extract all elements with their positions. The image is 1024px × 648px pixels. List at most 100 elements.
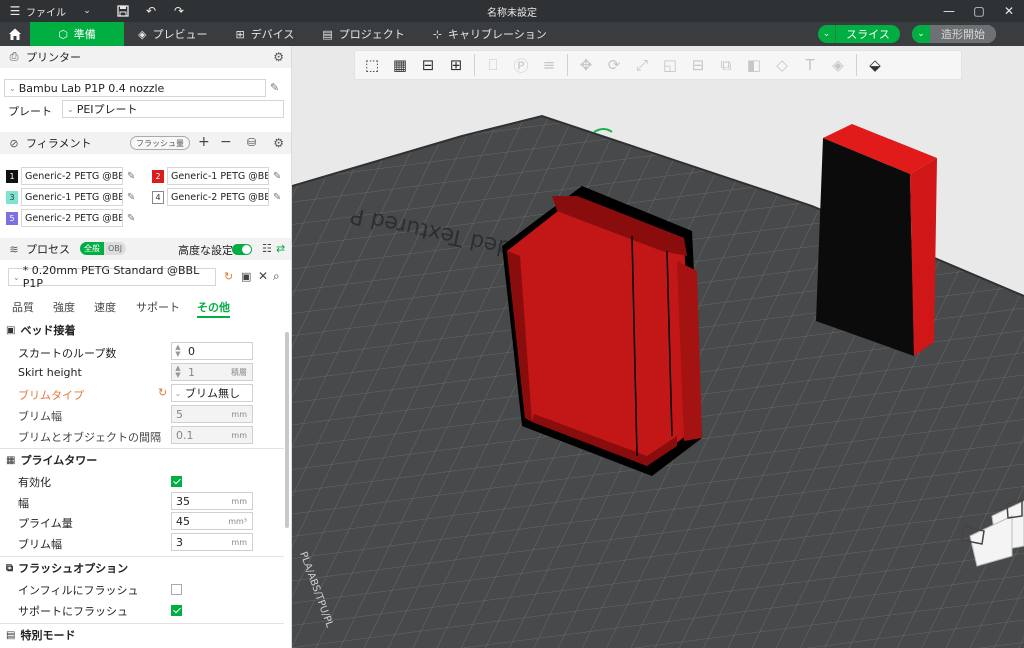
process-compare-icon[interactable]: ⇄ — [276, 242, 285, 255]
add-plate-icon[interactable]: ⊟ — [415, 52, 441, 78]
stepper-icon[interactable]: ▲ ▼ — [172, 365, 184, 379]
brim-width-input[interactable]: 5 mm — [171, 405, 253, 423]
process-preset-select[interactable]: ⌄ * 0.20mm PETG Standard @BBL P1P — [8, 264, 216, 290]
remove-filament-icon[interactable]: − — [220, 134, 232, 150]
scope-global[interactable]: 全般 — [80, 242, 104, 255]
tab-prepare[interactable]: ⬡ 準備 — [30, 22, 124, 46]
filament-edit-icon[interactable]: ✎ — [127, 213, 135, 224]
reset-preset-icon[interactable]: ↻ — [224, 270, 233, 283]
redo-icon[interactable]: ↷ — [172, 4, 186, 18]
group-title: プライムタワー — [20, 454, 98, 467]
printer-edit-icon[interactable]: ✎ — [270, 81, 279, 94]
prime-tower-brim-input[interactable]: 3 mm — [171, 533, 253, 551]
subtab-others[interactable]: その他 — [197, 299, 230, 318]
scope-object[interactable]: OBJ — [104, 242, 127, 255]
minimize-icon[interactable]: — — [934, 0, 964, 22]
filament-edit-icon[interactable]: ✎ — [127, 192, 135, 203]
printer-name: Bambu Lab P1P 0.4 nozzle — [18, 81, 165, 95]
maximize-icon[interactable]: ▢ — [964, 0, 994, 22]
assembly-view-icon[interactable]: ⬙ — [862, 52, 888, 78]
prime-tower[interactable] — [816, 124, 937, 356]
move-icon[interactable]: ✥ — [573, 52, 599, 78]
flush-into-support-checkbox[interactable] — [171, 605, 182, 616]
print-button[interactable]: 造形開始 — [930, 25, 996, 43]
add-filament-icon[interactable]: + — [198, 134, 210, 150]
filament-edit-icon[interactable]: ✎ — [273, 171, 281, 182]
support-paint-icon[interactable]: ◧ — [741, 52, 767, 78]
add-object-icon[interactable]: ⬚ — [359, 52, 385, 78]
printer-select[interactable]: ⌄ Bambu Lab P1P 0.4 nozzle — [4, 79, 266, 97]
filament-slot-3[interactable]: 3 Generic-1 PETG @BBL... ✎ — [6, 188, 135, 206]
save-preset-icon[interactable]: ▣ — [241, 270, 251, 283]
plate-select[interactable]: ⌄ PEIプレート — [62, 100, 284, 118]
filament-slot-4[interactable]: 4 Generic-2 PETG @BBL... ✎ — [152, 188, 281, 206]
settings-scrollbar[interactable] — [285, 332, 289, 528]
mesh-boolean-icon[interactable]: ⧉ — [713, 52, 739, 78]
build-plate-scene: Bambu Dual-Sided Textured P PLA/ABS/TPU/… — [292, 114, 1024, 648]
skirt-loops-input[interactable]: ▲ ▼ 0 — [171, 342, 253, 360]
rotate-icon[interactable]: ⟳ — [601, 52, 627, 78]
delete-preset-icon[interactable]: ✕ — [258, 269, 268, 283]
scale-icon[interactable]: ⤢ — [629, 52, 655, 78]
process-list-icon[interactable]: ☷ — [262, 242, 272, 255]
flush-into-infill-checkbox[interactable] — [171, 584, 182, 595]
undo-icon[interactable]: ↶ — [144, 4, 158, 18]
layers-stack-icon[interactable]: ≡ — [536, 52, 562, 78]
process-scope-toggle[interactable]: 全般 OBJ — [80, 242, 127, 255]
settings-panel: ▣ ベッド接着 スカートのループ数 ▲ ▼ 0 Skirt height ▲ ▼ 1… — [0, 320, 284, 648]
plate-value: PEIプレート — [76, 103, 138, 116]
chevron-down-icon[interactable]: ⌄ — [80, 4, 94, 18]
slice-button[interactable]: スライス — [836, 25, 900, 43]
cut-icon[interactable]: ⊟ — [685, 52, 711, 78]
orient-icon[interactable]: ⎕ — [480, 52, 506, 78]
subtab-quality[interactable]: 品質 — [12, 299, 34, 315]
home-icon[interactable] — [0, 22, 30, 46]
brim-type-select[interactable]: ⌄ ブリム無し — [171, 384, 253, 402]
filament-slot-5[interactable]: 5 Generic-2 PETG @BBL... ✎ — [6, 209, 135, 227]
group-title: 特別モード — [20, 629, 76, 642]
filament-slot-2[interactable]: 2 Generic-1 PETG @BBL... ✎ — [152, 167, 281, 185]
tab-project[interactable]: ▤ プロジェクト — [308, 22, 418, 46]
stepper-icon[interactable]: ▲ ▼ — [172, 344, 184, 358]
filament-edit-icon[interactable]: ✎ — [127, 171, 135, 182]
field-unit: mm³ — [228, 516, 247, 526]
filament-slot-1[interactable]: 1 Generic-2 PETG @BBL... ✎ — [6, 167, 135, 185]
seam-paint-icon[interactable]: ◇ — [769, 52, 795, 78]
chevron-down-icon: ⌄ — [9, 83, 16, 93]
reset-value-icon[interactable]: ↻ — [158, 386, 167, 399]
arrange-grid-icon[interactable]: ▦ — [387, 52, 413, 78]
subtab-support[interactable]: サポート — [136, 299, 180, 315]
3d-viewport[interactable]: Bambu Dual-Sided Textured P PLA/ABS/TPU/… — [292, 46, 1024, 648]
subtab-strength[interactable]: 強度 — [53, 299, 75, 315]
plate-p-icon[interactable]: Ⓟ — [508, 52, 534, 78]
tab-preview[interactable]: ◈ プレビュー — [124, 22, 221, 46]
advanced-settings-switch[interactable] — [232, 244, 252, 255]
field-value: 35 — [176, 494, 190, 508]
lay-on-face-icon[interactable]: ◱ — [657, 52, 683, 78]
brim-gap-input[interactable]: 0.1 mm — [171, 426, 253, 444]
skirt-height-input[interactable]: ▲ ▼ 1 積層 — [171, 363, 253, 381]
flush-volume-button[interactable]: フラッシュ量 — [130, 136, 190, 150]
save-icon[interactable] — [116, 4, 130, 18]
prime-volume-input[interactable]: 45 mm³ — [171, 512, 253, 530]
close-icon[interactable]: ✕ — [994, 0, 1024, 22]
subtab-speed[interactable]: 速度 — [94, 299, 116, 315]
plate-layout-icon[interactable]: ⊞ — [443, 52, 469, 78]
divider — [0, 556, 284, 557]
color-paint-icon[interactable]: ◈ — [825, 52, 851, 78]
file-menu[interactable]: ☰ ファイル ⌄ ↶ ↷ — [0, 4, 186, 19]
search-icon[interactable]: ⌕ — [273, 269, 280, 284]
print-dropdown-icon[interactable]: ⌄ — [912, 25, 930, 43]
printer-settings-gear-icon[interactable]: ⚙ — [273, 50, 284, 64]
prime-tower-width-input[interactable]: 35 mm — [171, 492, 253, 510]
tab-device[interactable]: ⊞ デバイス — [221, 22, 308, 46]
group-prime-tower: ▦ プライムタワー — [6, 452, 97, 468]
slice-dropdown-icon[interactable]: ⌄ — [818, 25, 836, 43]
filament-settings-gear-icon[interactable]: ⚙ — [273, 136, 284, 150]
prime-tower-enable-checkbox[interactable] — [171, 476, 182, 487]
filament-edit-icon[interactable]: ✎ — [273, 192, 281, 203]
sync-filament-icon[interactable]: ⛁ — [247, 136, 256, 149]
tab-prepare-label: 準備 — [73, 28, 96, 41]
tab-calibration[interactable]: ⊹ キャリブレーション — [419, 22, 561, 46]
text-icon[interactable]: T — [797, 52, 823, 78]
